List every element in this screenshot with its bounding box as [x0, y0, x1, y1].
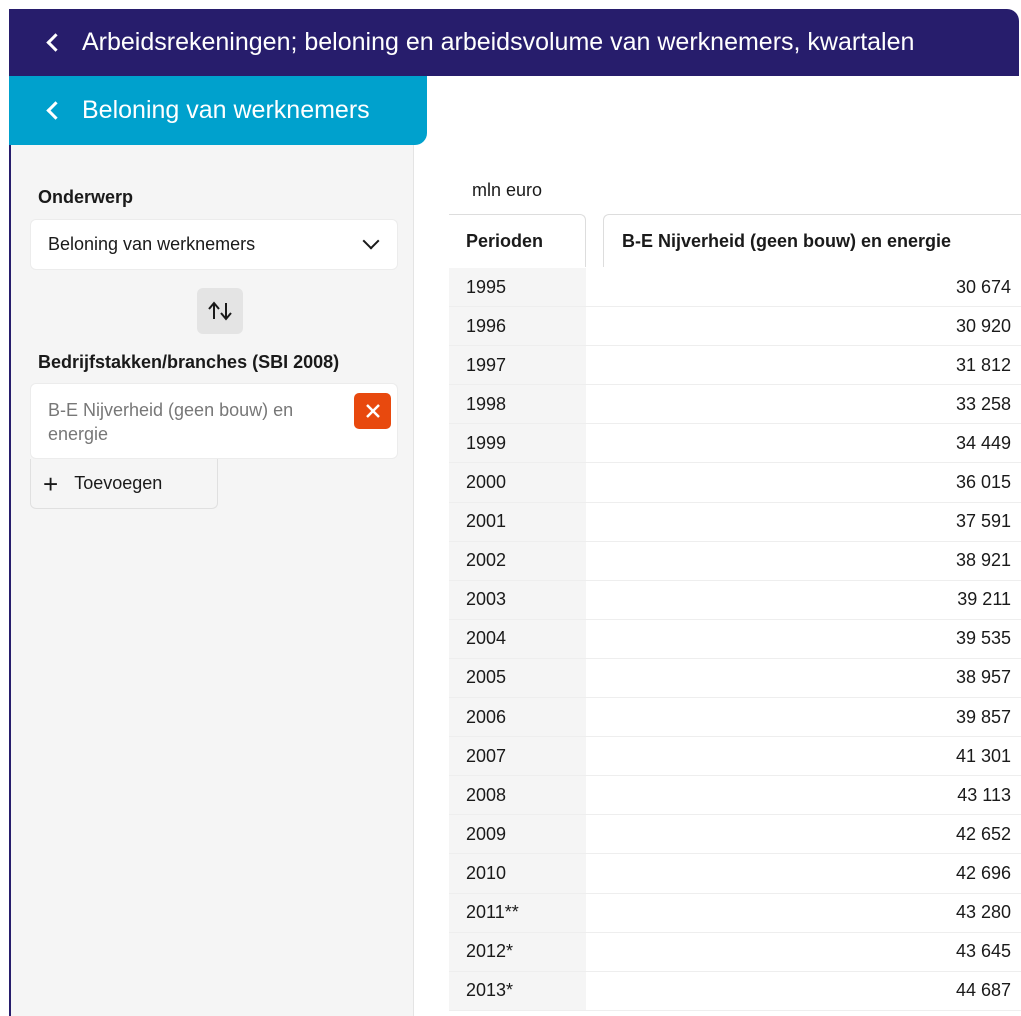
- value-cell: 34 449: [955, 432, 1011, 453]
- period-cell: 2008: [449, 776, 586, 815]
- remove-filter-button[interactable]: [354, 393, 391, 429]
- period-cell: 2011**: [449, 893, 586, 932]
- period-cell: 1998: [449, 385, 586, 424]
- table-row: 2001 37 591: [449, 502, 1021, 542]
- table-row: 2005 38 957: [449, 658, 1021, 699]
- value-cell: 30 674: [955, 276, 1011, 297]
- periods-column-header[interactable]: Perioden: [449, 214, 586, 267]
- table-row: 2007 41 301: [449, 737, 1021, 777]
- add-filter-button[interactable]: + Toevoegen: [30, 459, 218, 509]
- value-cell: 39 857: [955, 706, 1011, 727]
- table-row: 2012* 43 645: [449, 932, 1021, 972]
- back-chevron-icon[interactable]: [46, 33, 65, 52]
- value-cell: 39 535: [955, 628, 1011, 649]
- table-row: 2011** 43 280: [449, 893, 1021, 933]
- period-cell: 2007: [449, 737, 586, 776]
- value-cell: 36 015: [955, 472, 1011, 493]
- value-cell: 39 211: [957, 589, 1011, 610]
- table-row: 2009 42 652: [449, 815, 1021, 855]
- filter-sidebar: Onderwerp Beloning van werknemers Bedrij…: [11, 145, 414, 1016]
- value-cell: 44 687: [955, 980, 1011, 1001]
- period-cell: 2000: [449, 463, 586, 502]
- value-cell: 42 696: [955, 862, 1011, 883]
- value-cell: 38 957: [955, 667, 1011, 688]
- period-cell: 1999: [449, 424, 586, 463]
- table-row: 1995 30 674: [449, 268, 1021, 308]
- table-row: 1999 34 449: [449, 424, 1021, 464]
- period-cell: 2002: [449, 541, 586, 580]
- period-cell: 2004: [449, 619, 586, 658]
- value-cell: 37 591: [955, 511, 1011, 532]
- swap-arrows-icon: [208, 301, 232, 321]
- table-row: 1997 31 812: [449, 346, 1021, 386]
- table-row: 2010 42 696: [449, 854, 1021, 894]
- value-cell: 43 280: [955, 902, 1011, 923]
- selected-filter-label: B-E Nijverheid (geen bouw) en energie: [48, 400, 294, 444]
- table-row: 2006 39 857: [449, 698, 1021, 738]
- data-table-body: 1995 30 674 1996 30 920 1997 31 812 1998 33 258…: [449, 268, 1021, 1011]
- period-cell: 1995: [449, 268, 586, 307]
- value-cell: 43 645: [955, 941, 1011, 962]
- swap-axes-button[interactable]: [197, 288, 243, 334]
- value-cell: 30 920: [955, 315, 1011, 336]
- table-row: 1998 33 258: [449, 385, 1021, 425]
- period-cell: 1997: [449, 346, 586, 385]
- period-cell: 2012*: [449, 932, 586, 971]
- value-cell: 38 921: [955, 550, 1011, 571]
- value-cell: 42 652: [955, 823, 1011, 844]
- topic-label: Onderwerp: [38, 187, 134, 207]
- period-cell: 2006: [449, 698, 586, 737]
- table-row: 2002 38 921: [449, 541, 1021, 581]
- subtopic-title: Beloning van werknemers: [82, 96, 370, 124]
- topic-select-value: Beloning van werknemers: [48, 234, 256, 254]
- period-cell: 2001: [449, 502, 586, 541]
- add-filter-label: Toevoegen: [74, 473, 163, 493]
- table-row: 2008 43 113: [449, 776, 1021, 816]
- table-row: 2003 39 211: [449, 580, 1021, 620]
- period-cell: 2009: [449, 815, 586, 854]
- topic-select[interactable]: Beloning van werknemers: [30, 219, 398, 270]
- unit-label: mln euro: [472, 180, 543, 200]
- value-cell: 41 301: [955, 745, 1011, 766]
- value-cell: 33 258: [955, 393, 1011, 414]
- plus-icon: +: [43, 468, 59, 499]
- period-cell: 2010: [449, 854, 586, 893]
- table-row: 2000 36 015: [449, 463, 1021, 503]
- table-row: 2013* 44 687: [449, 971, 1021, 1011]
- value-cell: 43 113: [957, 784, 1011, 805]
- subtopic-back-bar[interactable]: Beloning van werknemers: [9, 76, 427, 145]
- top-navigation-bar[interactable]: Arbeidsrekeningen; beloning en arbeidsvo…: [9, 9, 1019, 76]
- value-cell: 31 812: [955, 354, 1011, 375]
- chevron-down-icon: [362, 232, 380, 250]
- selected-filter-card: B-E Nijverheid (geen bouw) en energie: [30, 383, 398, 459]
- back-chevron-icon[interactable]: [46, 101, 65, 120]
- period-cell: 2005: [449, 658, 586, 698]
- table-title: Arbeidsrekeningen; beloning en arbeidsvo…: [82, 28, 915, 56]
- period-cell: 1996: [449, 307, 586, 346]
- close-icon: [365, 404, 380, 418]
- industry-column-header[interactable]: B-E Nijverheid (geen bouw) en energie: [603, 214, 1021, 267]
- table-row: 2004 39 535: [449, 619, 1021, 659]
- period-cell: 2003: [449, 580, 586, 619]
- period-cell: 2013*: [449, 971, 586, 1010]
- table-row: 1996 30 920: [449, 307, 1021, 347]
- dimension-label: Bedrijfstakken/branches (SBI 2008): [38, 352, 340, 372]
